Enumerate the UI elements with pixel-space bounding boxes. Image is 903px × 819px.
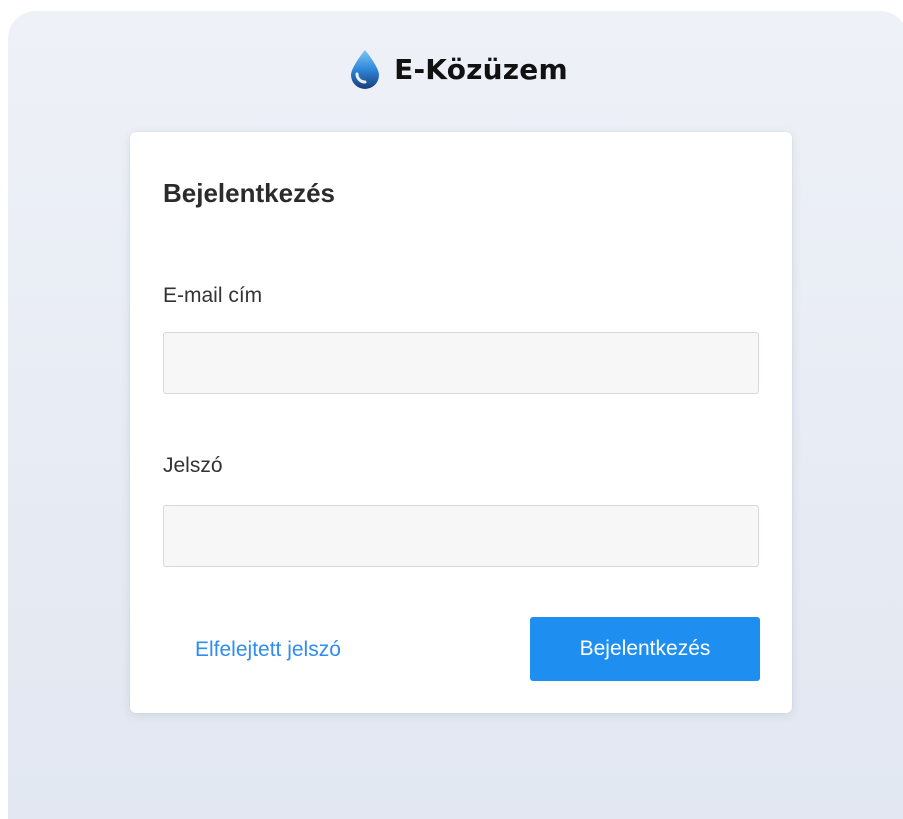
- email-field[interactable]: [163, 332, 759, 394]
- forgot-password-link[interactable]: Elfelejtett jelszó: [195, 638, 341, 662]
- password-label: Jelszó: [163, 454, 223, 477]
- page-background: E-Közüzem Bejelentkezés E-mail cím Jelsz…: [8, 11, 903, 819]
- brand-header: E-Közüzem: [8, 47, 903, 91]
- password-field[interactable]: [163, 505, 759, 567]
- water-drop-icon: [348, 49, 382, 89]
- email-label: E-mail cím: [163, 284, 263, 307]
- login-title: Bejelentkezés: [163, 178, 335, 208]
- login-card: Bejelentkezés E-mail cím Jelszó Elfelejt…: [130, 132, 792, 713]
- login-button[interactable]: Bejelentkezés: [530, 617, 760, 681]
- brand-name: E-Közüzem: [394, 52, 568, 86]
